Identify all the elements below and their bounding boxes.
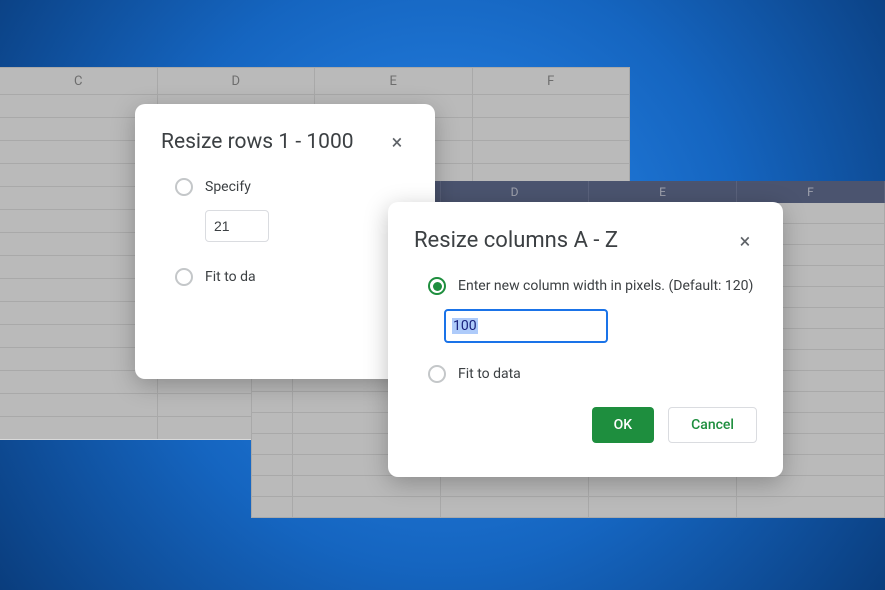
radio-unchecked-icon [428,365,446,383]
dialog-title: Resize columns A - Z [414,228,618,253]
col-header[interactable]: E [589,181,737,203]
radio-label: Specify [205,179,251,195]
ok-button[interactable]: OK [592,407,655,443]
selected-text: 100 [452,318,478,334]
fit-to-data-option[interactable]: Fit to data [414,365,757,383]
column-width-input[interactable]: 100 [444,309,608,343]
radio-label: Enter new column width in pixels. (Defau… [458,278,753,294]
radio-label: Fit to da [205,269,256,285]
radio-label: Fit to data [458,366,521,382]
radio-unchecked-icon [175,178,193,196]
dialog-buttons: OK Cancel [414,407,757,443]
col-header[interactable]: D [441,181,589,203]
col-header[interactable]: C [0,67,158,95]
dialog-title: Resize rows 1 - 1000 [161,130,354,154]
cancel-button[interactable]: Cancel [668,407,757,443]
specify-height-option[interactable]: Specify [161,178,409,196]
close-icon[interactable]: × [733,229,757,253]
resize-columns-dialog: Resize columns A - Z × Enter new column … [388,202,783,477]
radio-unchecked-icon [175,268,193,286]
column-headers: C D E F [0,67,630,95]
close-icon[interactable]: × [385,130,409,154]
col-header[interactable]: F [737,181,885,203]
row-height-input[interactable] [205,210,269,242]
enter-width-option[interactable]: Enter new column width in pixels. (Defau… [414,277,757,295]
col-header[interactable]: D [158,67,316,95]
radio-checked-icon [428,277,446,295]
fit-to-data-option[interactable]: Fit to da [161,268,409,286]
col-header[interactable]: F [473,67,631,95]
col-header[interactable]: E [315,67,473,95]
